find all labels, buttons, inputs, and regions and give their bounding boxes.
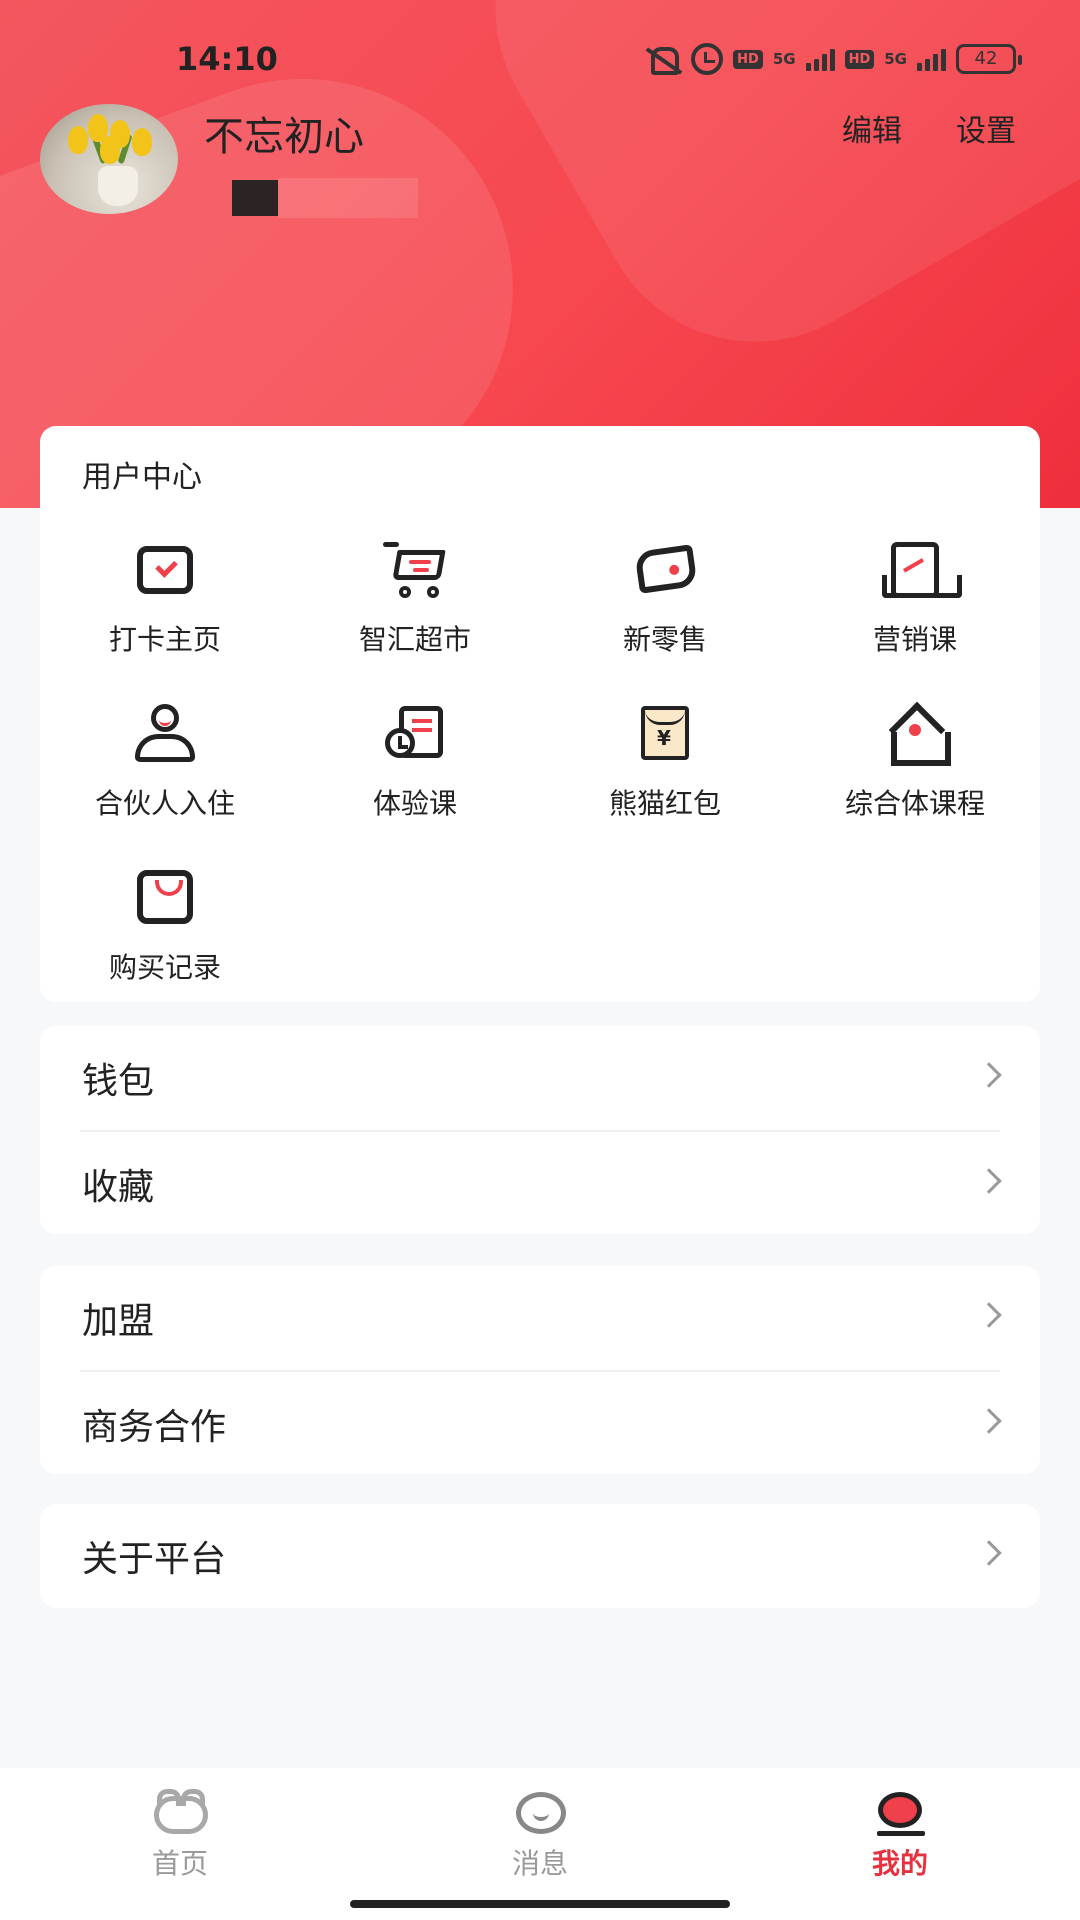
tab-messages[interactable]: 消息	[440, 1788, 640, 1882]
bottom-navigation: 首页 消息 我的	[0, 1768, 1080, 1920]
menu-row-label: 收藏	[82, 1167, 155, 1208]
network-type-label: 5G	[884, 50, 907, 68]
chevron-right-icon	[976, 1408, 1002, 1434]
home-indicator[interactable]	[350, 1900, 730, 1908]
retail-icon	[633, 538, 698, 602]
shopping-bag-icon	[133, 866, 197, 930]
red-packet-icon: ¥	[633, 702, 697, 766]
grid-item-label: 综合体课程	[844, 787, 985, 820]
menu-row-business-cooperation[interactable]: 商务合作	[40, 1372, 1040, 1476]
chevron-right-icon	[976, 1540, 1002, 1566]
menu-row-label: 关于平台	[82, 1539, 227, 1580]
complex-course-icon	[883, 702, 951, 766]
tab-label: 我的	[871, 1847, 928, 1880]
tab-label: 消息	[511, 1847, 568, 1880]
status-time: 14:10	[176, 40, 278, 78]
grid-item-label: 营销课	[872, 623, 957, 656]
grid-item-label: 智汇超市	[358, 623, 471, 656]
avatar-flower	[100, 136, 120, 164]
avatar-flower	[132, 128, 152, 156]
status-icons: HD 5G HD 5G 42	[643, 42, 1022, 76]
signal-icon	[805, 47, 835, 71]
grid-item-new-retail[interactable]: 新零售	[540, 538, 790, 658]
battery-icon: 42	[956, 44, 1022, 74]
profile-tab-icon	[868, 1788, 932, 1836]
grid-item-label: 购买记录	[108, 951, 221, 984]
tab-label: 首页	[151, 1847, 208, 1880]
username: 不忘初心	[204, 114, 364, 160]
hd-icon: HD	[844, 49, 875, 69]
grid-item-checkin[interactable]: 打卡主页	[40, 538, 290, 658]
grid-item-label: 打卡主页	[108, 623, 221, 656]
grid-item-partner[interactable]: 合伙人入住	[40, 702, 290, 822]
hd-icon: HD	[733, 49, 763, 69]
avatar[interactable]	[40, 104, 178, 214]
checkin-icon	[133, 538, 197, 602]
shopping-cart-icon	[383, 538, 447, 602]
menu-row-wallet[interactable]: 钱包	[40, 1026, 1040, 1130]
alarm-icon	[691, 43, 724, 75]
grid-item-purchase-history[interactable]: 购买记录	[40, 866, 290, 986]
edit-profile-button[interactable]: 编辑	[842, 106, 902, 150]
partner-icon	[133, 702, 197, 766]
grid-item-marketing-course[interactable]: 营销课	[790, 538, 1040, 658]
user-center-title: 用户中心	[82, 460, 202, 495]
tab-home[interactable]: 首页	[80, 1788, 280, 1882]
redacted-user-id-blur	[278, 178, 418, 218]
menu-row-franchise[interactable]: 加盟	[40, 1266, 1040, 1370]
menu-group-3: 关于平台	[40, 1504, 1040, 1608]
message-bubble-icon	[508, 1788, 572, 1836]
status-bar: 14:10 HD 5G HD 5G 42	[0, 0, 1080, 120]
menu-row-favorites[interactable]: 收藏	[40, 1132, 1040, 1236]
menu-row-label: 商务合作	[82, 1407, 227, 1448]
user-center-card: 用户中心 打卡主页 智汇超市 新零售 营销课 合伙人入住 体验课 ¥ 熊猫红包	[40, 426, 1040, 1002]
avatar-vase	[98, 166, 138, 206]
avatar-flower	[68, 126, 88, 154]
grid-item-label: 合伙人入住	[94, 787, 235, 820]
menu-group-2: 加盟 商务合作	[40, 1266, 1040, 1474]
grid-item-label: 体验课	[372, 787, 457, 820]
chevron-right-icon	[976, 1062, 1002, 1088]
network-type-label: 5G	[772, 50, 796, 68]
grid-item-label: 新零售	[622, 623, 707, 656]
redacted-user-id	[232, 180, 278, 216]
grid-item-complex-course[interactable]: 综合体课程	[790, 702, 1040, 822]
chevron-right-icon	[976, 1168, 1002, 1194]
grid-item-supermarket[interactable]: 智汇超市	[290, 538, 540, 658]
menu-row-label: 钱包	[82, 1061, 155, 1102]
tab-mine[interactable]: 我的	[800, 1788, 1000, 1882]
trial-course-icon	[383, 702, 447, 766]
settings-button[interactable]: 设置	[956, 106, 1016, 150]
signal-icon	[917, 47, 946, 71]
grid-item-trial-course[interactable]: 体验课	[290, 702, 540, 822]
grid-item-label: 熊猫红包	[608, 787, 721, 820]
menu-group-1: 钱包 收藏	[40, 1026, 1040, 1234]
yen-symbol: ¥	[657, 726, 671, 750]
chevron-right-icon	[976, 1302, 1002, 1328]
marketing-course-icon	[882, 538, 962, 602]
menu-row-about-platform[interactable]: 关于平台	[40, 1504, 1040, 1608]
grid-item-red-packet[interactable]: ¥ 熊猫红包	[540, 702, 790, 822]
mute-icon	[643, 45, 681, 75]
menu-row-label: 加盟	[82, 1301, 155, 1342]
bear-home-icon	[148, 1788, 212, 1836]
